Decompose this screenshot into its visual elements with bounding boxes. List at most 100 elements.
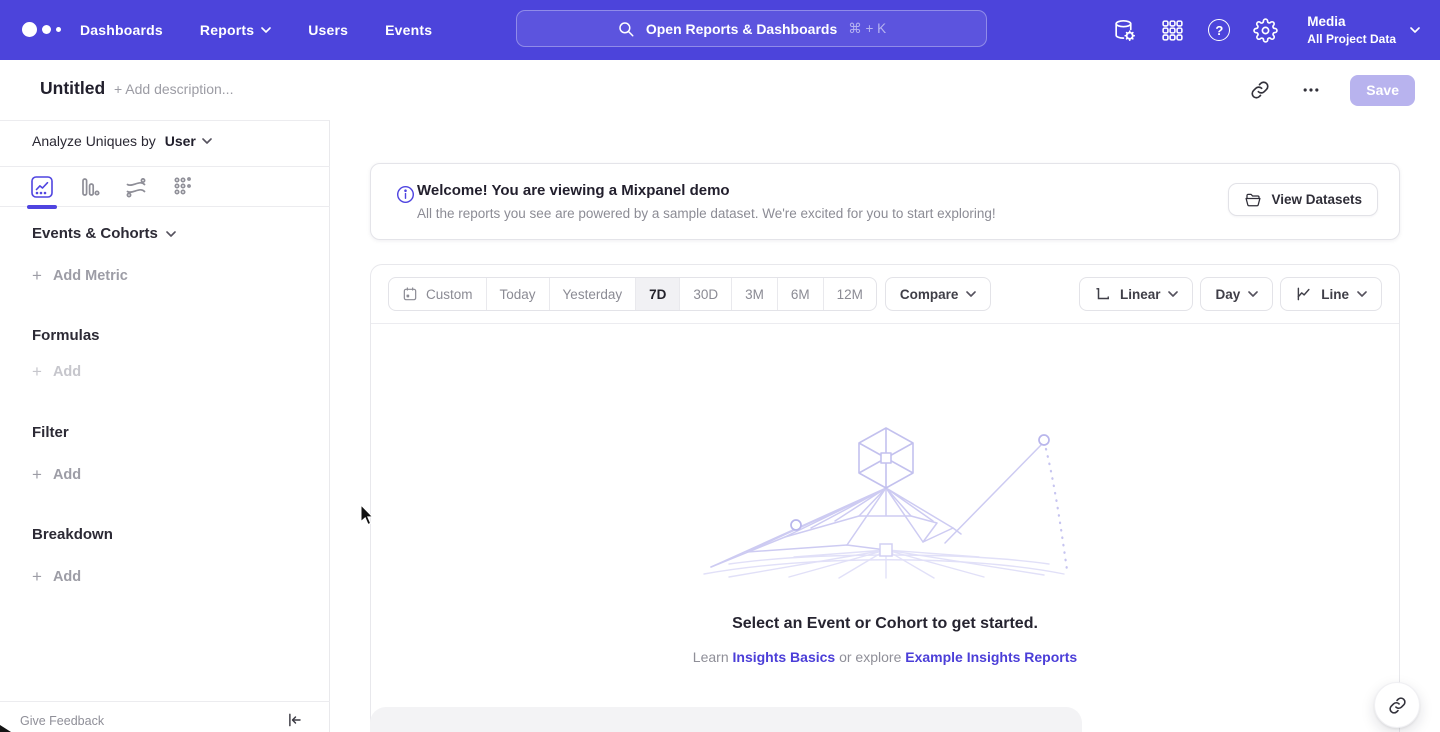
- tab-flow-chart[interactable]: [124, 175, 148, 199]
- calendar-icon: [402, 286, 418, 302]
- project-switcher[interactable]: Media All Project Data: [1307, 13, 1420, 47]
- corner-cursor-artifact: [0, 725, 11, 732]
- global-search-input[interactable]: Open Reports & Dashboards ⌘ + K: [516, 10, 987, 47]
- chart-display-controls: Linear Day Line: [1079, 277, 1382, 311]
- add-metric-label: Add Metric: [53, 268, 128, 284]
- help-icon[interactable]: ?: [1208, 19, 1230, 41]
- chevron-down-icon: [202, 138, 212, 144]
- chevron-down-icon: [261, 27, 271, 33]
- chevron-down-icon: [1357, 291, 1367, 297]
- add-breakdown-label: Add: [53, 569, 81, 585]
- share-link-floating-button[interactable]: [1374, 682, 1420, 728]
- range-3m[interactable]: 3M: [732, 278, 778, 310]
- range-12m[interactable]: 12M: [824, 278, 876, 310]
- save-button[interactable]: Save: [1350, 75, 1415, 106]
- report-actions: Save: [1248, 60, 1415, 120]
- interval-dropdown[interactable]: Day: [1200, 277, 1273, 311]
- copy-link-icon[interactable]: [1248, 78, 1272, 102]
- add-formula-button[interactable]: + Add: [32, 363, 81, 380]
- plus-icon: +: [32, 267, 42, 284]
- chevron-down-icon: [1248, 291, 1258, 297]
- search-placeholder: Open Reports & Dashboards: [646, 21, 837, 37]
- give-feedback-link[interactable]: Give Feedback: [20, 714, 104, 728]
- nav-events[interactable]: Events: [385, 22, 432, 38]
- top-navbar: Dashboards Reports Users Events Open Rep…: [0, 0, 1440, 60]
- insights-basics-link[interactable]: Insights Basics: [733, 649, 836, 665]
- compare-dropdown[interactable]: Compare: [885, 277, 992, 311]
- axis-scale-label: Linear: [1120, 287, 1161, 302]
- view-datasets-button[interactable]: View Datasets: [1228, 183, 1378, 216]
- formulas-label: Formulas: [32, 327, 100, 344]
- example-reports-link[interactable]: Example Insights Reports: [905, 649, 1077, 665]
- learn-prefix: Learn: [693, 649, 729, 665]
- project-name: Media: [1307, 13, 1396, 31]
- empty-state-title: Select an Event or Cohort to get started…: [371, 615, 1399, 633]
- info-icon: [396, 185, 415, 204]
- tab-bar-chart[interactable]: [77, 175, 101, 199]
- add-metric-button[interactable]: + Add Metric: [32, 267, 128, 284]
- chevron-down-icon: [966, 291, 976, 297]
- chart-toolbar: Custom Today Yesterday 7D 30D 3M 6M 12M …: [371, 265, 1399, 324]
- range-today[interactable]: Today: [487, 278, 550, 310]
- mixpanel-insights-page: Dashboards Reports Users Events Open Rep…: [0, 0, 1440, 732]
- report-description-input[interactable]: + Add description...: [114, 81, 233, 97]
- breakdown-label: Breakdown: [32, 526, 113, 543]
- or-explore-text: or explore: [839, 649, 901, 665]
- range-custom[interactable]: Custom: [389, 278, 487, 310]
- nav-reports[interactable]: Reports: [200, 22, 271, 38]
- analyze-value: User: [165, 133, 196, 149]
- sidebar-footer-divider: [0, 701, 330, 702]
- range-7d[interactable]: 7D: [636, 278, 680, 310]
- add-breakdown-button[interactable]: + Add: [32, 568, 81, 585]
- search-icon: [617, 20, 635, 38]
- navbar-right: ? Media All Project Data: [1112, 0, 1420, 60]
- date-range-segmented-control: Custom Today Yesterday 7D 30D 3M 6M 12M: [388, 277, 877, 311]
- report-header: Untitled + Add description... Save: [0, 60, 1440, 120]
- settings-gear-icon[interactable]: [1253, 18, 1278, 43]
- chevron-down-icon: [166, 231, 176, 237]
- range-6m[interactable]: 6M: [778, 278, 824, 310]
- tab-insights-line-chart[interactable]: [30, 175, 54, 199]
- visualization-tabs: [0, 166, 330, 207]
- mixpanel-logo-icon[interactable]: [22, 22, 61, 37]
- axis-scale-dropdown[interactable]: Linear: [1079, 277, 1194, 311]
- report-card: Custom Today Yesterday 7D 30D 3M 6M 12M …: [370, 264, 1400, 732]
- plus-icon: +: [32, 466, 42, 483]
- apps-grid-icon[interactable]: [1160, 18, 1185, 43]
- collapse-sidebar-icon[interactable]: [285, 711, 303, 729]
- chevron-down-icon: [1168, 291, 1178, 297]
- chart-type-dropdown[interactable]: Line: [1280, 277, 1382, 311]
- formulas-header: Formulas: [32, 327, 100, 344]
- add-filter-label: Add: [53, 467, 81, 483]
- linear-axis-icon: [1094, 285, 1112, 303]
- range-30d[interactable]: 30D: [680, 278, 732, 310]
- collapsed-table-panel[interactable]: [370, 707, 1082, 732]
- tab-metric-grid[interactable]: [171, 175, 195, 199]
- project-dataset: All Project Data: [1307, 31, 1396, 47]
- nav-dashboards[interactable]: Dashboards: [80, 22, 163, 38]
- more-options-icon[interactable]: [1299, 78, 1323, 102]
- banner-subtitle: All the reports you see are powered by a…: [417, 206, 996, 221]
- filter-label: Filter: [32, 424, 69, 441]
- analyze-value-dropdown[interactable]: User: [165, 133, 212, 149]
- chevron-down-icon: [1410, 27, 1420, 33]
- analyze-uniques-row: Analyze Uniques by User: [32, 133, 212, 149]
- link-icon: [1388, 696, 1407, 715]
- nav-users[interactable]: Users: [308, 22, 348, 38]
- range-yesterday[interactable]: Yesterday: [550, 278, 637, 310]
- view-datasets-label: View Datasets: [1271, 192, 1362, 207]
- events-cohorts-label: Events & Cohorts: [32, 225, 158, 242]
- report-title[interactable]: Untitled: [40, 78, 105, 99]
- search-shortcut: ⌘ + K: [848, 21, 886, 37]
- empty-state-links: Learn Insights Basics or explore Example…: [371, 649, 1399, 665]
- banner-title: Welcome! You are viewing a Mixpanel demo: [417, 182, 730, 199]
- empty-state-illustration: [699, 424, 1079, 579]
- add-filter-button[interactable]: + Add: [32, 466, 81, 483]
- data-management-icon[interactable]: [1112, 18, 1137, 43]
- line-chart-icon: [1295, 285, 1313, 303]
- breakdown-header: Breakdown: [32, 526, 113, 543]
- range-custom-label: Custom: [426, 287, 473, 302]
- plus-icon: +: [32, 363, 42, 380]
- plus-icon: +: [32, 568, 42, 585]
- events-cohorts-header[interactable]: Events & Cohorts: [32, 225, 176, 242]
